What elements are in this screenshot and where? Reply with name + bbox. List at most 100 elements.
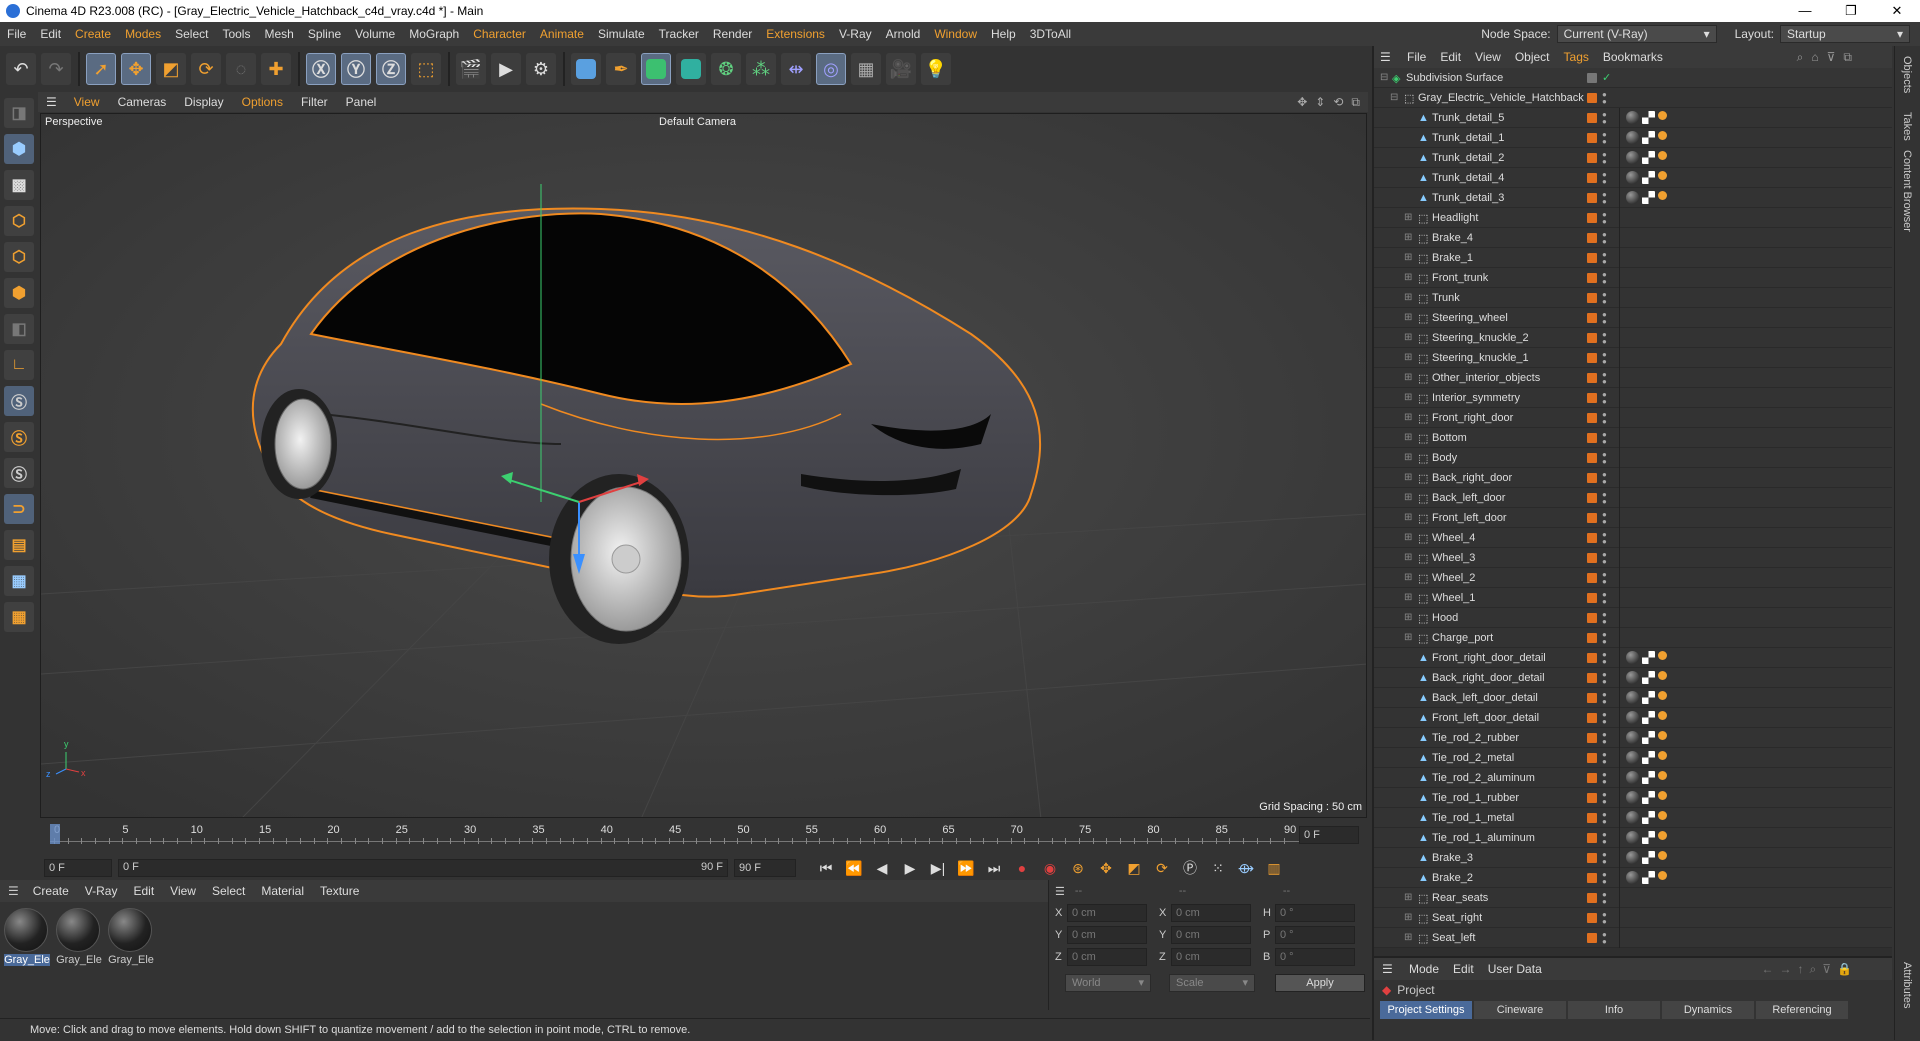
menu-mesh[interactable]: Mesh [257,22,300,46]
object-row[interactable]: ▲ Tie_rod_1_metal ● ● [1374,808,1892,828]
visibility-dots-icon[interactable]: ● ● [1602,770,1607,785]
dolly-icon[interactable]: ⇕ [1315,95,1325,110]
layer-color-icon[interactable] [1587,532,1597,543]
quantize-button[interactable]: Ⓢ [4,458,34,488]
menu-arnold[interactable]: Arnold [879,22,928,46]
uvw-tag-icon[interactable] [1642,831,1655,844]
lock-icon[interactable]: 🔒 [1837,962,1852,977]
layer-color-icon[interactable] [1587,552,1597,563]
material-tag-icon[interactable] [1626,111,1639,124]
uvw-tag-icon[interactable] [1642,751,1655,764]
uv-mode-button[interactable]: ◧ [4,314,34,344]
uvw-tag-icon[interactable] [1642,791,1655,804]
workplane-button[interactable]: ▤ [4,530,34,560]
layer-color-icon[interactable] [1587,732,1597,743]
object-row[interactable]: ▲ Trunk_detail_4 ● ● [1374,168,1892,188]
side-tab-objects[interactable]: Objects [1901,56,1913,93]
layer-color-icon[interactable] [1587,112,1597,123]
maximize-view-icon[interactable]: ⧉ [1351,95,1360,110]
menu-help[interactable]: Help [984,22,1023,46]
visibility-dots-icon[interactable]: ● ● [1602,190,1607,205]
material-tag-icon[interactable] [1626,171,1639,184]
back-arrow-icon[interactable]: ← [1762,962,1774,977]
attribute-menu-user-data[interactable]: User Data [1481,962,1549,976]
viewport-menu-display[interactable]: Display [175,95,232,109]
expand-icon[interactable]: ⊞ [1404,552,1412,563]
layer-color-icon[interactable] [1587,252,1597,263]
edges-mode-button[interactable]: ⬡ [4,242,34,272]
uvw-tag-icon[interactable] [1642,651,1655,664]
material-swatch[interactable]: Gray_Ele [4,908,50,966]
viewport-menu-view[interactable]: View [65,95,109,109]
uvw-tag-icon[interactable] [1642,771,1655,784]
selection-tag-icon[interactable] [1658,711,1667,720]
object-row[interactable]: ▲ Tie_rod_2_rubber ● ● [1374,728,1892,748]
scale-tool-button[interactable]: ◩ [156,53,186,85]
visibility-dots-icon[interactable]: ● ● [1602,550,1607,565]
uvw-tag-icon[interactable] [1642,851,1655,864]
expand-icon[interactable]: ⊞ [1404,592,1412,603]
uvw-tag-icon[interactable] [1642,151,1655,164]
layer-color-icon[interactable] [1587,272,1597,283]
visibility-layer-icon[interactable] [1587,72,1597,83]
hamburger-icon[interactable]: ☰ [1382,962,1393,976]
object-row[interactable]: ▲ Trunk_detail_2 ● ● [1374,148,1892,168]
material-tag-icon[interactable] [1626,651,1639,664]
visibility-dots-icon[interactable]: ● ● [1602,210,1607,225]
model-mode-button[interactable]: ⬢ [4,134,34,164]
selection-tag-icon[interactable] [1658,771,1667,780]
material-tag-icon[interactable] [1626,851,1639,864]
coordinate-field[interactable]: 0 ° [1275,948,1355,966]
object-menu-object[interactable]: Object [1508,50,1557,64]
selection-tag-icon[interactable] [1658,751,1667,760]
material-tag-icon[interactable] [1626,791,1639,804]
coordinate-field[interactable]: 0 cm [1171,926,1251,944]
object-row[interactable]: ⊞ ⬚ Wheel_1 ● ● [1374,588,1892,608]
material-tag-icon[interactable] [1626,711,1639,724]
expand-icon[interactable]: ⊞ [1404,572,1412,583]
material-tag-icon[interactable] [1626,731,1639,744]
visibility-dots-icon[interactable]: ● ● [1602,710,1607,725]
uvw-tag-icon[interactable] [1642,171,1655,184]
material-menu-material[interactable]: Material [253,884,312,898]
layer-color-icon[interactable] [1587,852,1597,863]
expand-icon[interactable]: ⊞ [1404,332,1412,343]
menu-render[interactable]: Render [706,22,759,46]
object-row[interactable]: ⊞ ⬚ Interior_symmetry ● ● [1374,388,1892,408]
soft-selection-button[interactable]: ⊃ [4,494,34,524]
selection-tag-icon[interactable] [1658,151,1667,160]
uvw-tag-icon[interactable] [1642,691,1655,704]
object-row[interactable]: ⊞ ⬚ Wheel_2 ● ● [1374,568,1892,588]
expand-icon[interactable]: ⊞ [1404,632,1412,643]
render-view-button[interactable]: ▶ [491,53,521,85]
expand-icon[interactable]: ⊞ [1404,892,1412,903]
visibility-dots-icon[interactable]: ● ● [1602,590,1607,605]
visibility-dots-icon[interactable]: ● ● [1602,810,1607,825]
material-swatch[interactable]: Gray_Ele [56,908,102,966]
material-menu-texture[interactable]: Texture [312,884,367,898]
side-tab-content-browser[interactable]: Content Browser [1901,150,1913,232]
create-tool-button[interactable]: ✚ [261,53,291,85]
menu-window[interactable]: Window [927,22,984,46]
render-settings-button[interactable]: ⚙ [526,53,556,85]
visibility-dots-icon[interactable]: ● ● [1602,570,1607,585]
restore-button[interactable]: ❐ [1828,0,1874,22]
object-row[interactable]: ▲ Front_left_door_detail ● ● [1374,708,1892,728]
material-swatch[interactable]: Gray_Ele [108,908,154,966]
menu-spline[interactable]: Spline [301,22,348,46]
object-row[interactable]: ⊞ ⬚ Front_left_door ● ● [1374,508,1892,528]
visibility-dots-icon[interactable]: ● ● [1602,530,1607,545]
tab-info[interactable]: Info [1568,1001,1660,1019]
viewport-menu-filter[interactable]: Filter [292,95,337,109]
position-key-button[interactable]: ✥ [1095,857,1117,879]
object-menu-edit[interactable]: Edit [1433,50,1468,64]
uvw-tag-icon[interactable] [1642,731,1655,744]
playhead[interactable] [50,824,60,844]
expand-icon[interactable]: ⊞ [1404,412,1412,423]
menu-edit[interactable]: Edit [33,22,68,46]
expand-icon[interactable]: ⊞ [1404,452,1412,463]
scale-mode-dropdown[interactable]: Scale ▾ [1169,974,1255,992]
object-row[interactable]: ⊞ ⬚ Steering_knuckle_1 ● ● [1374,348,1892,368]
render-region-button[interactable]: 🎬 [456,53,486,85]
material-tag-icon[interactable] [1626,751,1639,764]
